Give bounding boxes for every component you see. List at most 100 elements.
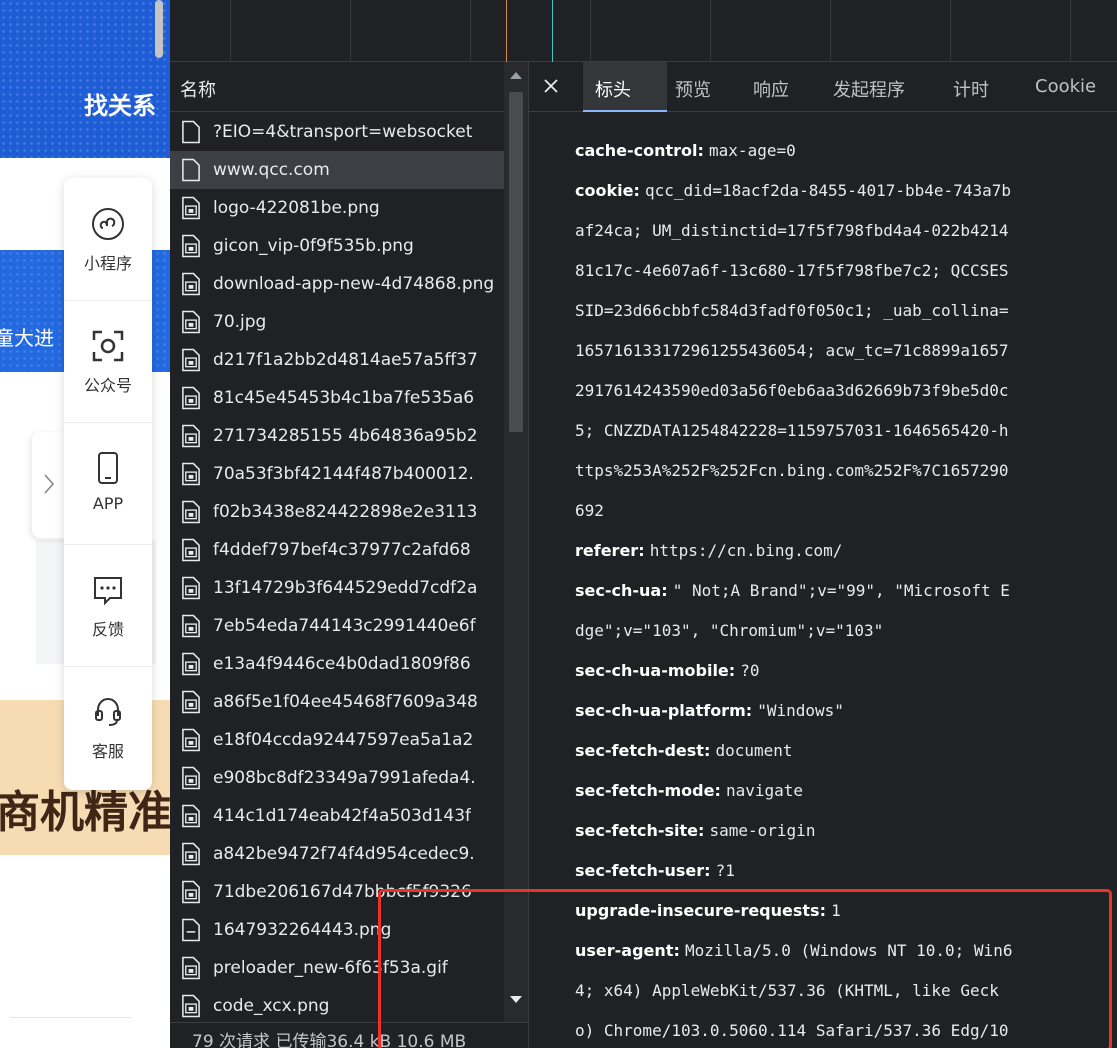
header-value: same-origin bbox=[709, 821, 816, 840]
tab-timing[interactable]: 计时 bbox=[941, 62, 1005, 112]
header-line: sec-fetch-dest: document bbox=[575, 731, 793, 771]
request-row[interactable]: 414c1d174eab42f4a503d143f bbox=[170, 797, 504, 835]
request-row[interactable]: e18f04ccda92447597ea5a1a2 bbox=[170, 721, 504, 759]
customer-service-icon bbox=[95, 697, 121, 726]
request-row[interactable]: download-app-new-4d74868.png bbox=[170, 265, 504, 303]
load-marker bbox=[552, 0, 553, 62]
request-row[interactable]: e908bc8df23349a7991afeda4. bbox=[170, 759, 504, 797]
float-item-label: APP bbox=[92, 494, 124, 513]
request-row[interactable]: 7eb54eda744143c2991440e6f bbox=[170, 607, 504, 645]
request-row[interactable]: a86f5e1f04ee45468f7609a348 bbox=[170, 683, 504, 721]
banner-text[interactable]: 找关系 bbox=[84, 86, 156, 121]
feedback-icon bbox=[94, 577, 122, 606]
header-key: sec-fetch-site: bbox=[575, 821, 705, 840]
request-name: 70.jpg bbox=[213, 312, 267, 332]
request-name: a86f5e1f04ee45468f7609a348 bbox=[213, 692, 478, 712]
header-line: cache-control: max-age=0 bbox=[575, 131, 796, 171]
official-account-icon bbox=[92, 330, 124, 362]
website-viewport: 找关系 童大进 商机精准 小程序 公众号 APP 反馈 客服 bbox=[0, 0, 170, 1048]
request-row[interactable]: logo-422081be.png bbox=[170, 189, 504, 227]
close-details-button[interactable] bbox=[543, 75, 565, 97]
request-row[interactable]: 70.jpg bbox=[170, 303, 504, 341]
request-row[interactable]: 13f14729b3f644529edd7cdf2a bbox=[170, 569, 504, 607]
timeline-gridline bbox=[830, 0, 831, 62]
request-name: f4ddef797bef4c37977c2afd68 bbox=[213, 540, 471, 560]
mobile-app-icon bbox=[98, 452, 118, 484]
header-value: 5; CNZZDATA1254842228=1159757031-1646565… bbox=[575, 421, 1009, 440]
tab-initiator[interactable]: 发起程序 bbox=[821, 62, 935, 112]
header-value: af24ca; UM_distinctid=17f5f798fbd4a4-022… bbox=[575, 221, 1009, 240]
mini-program-button[interactable]: 小程序 bbox=[64, 178, 152, 300]
header-key: sec-fetch-mode: bbox=[575, 781, 721, 800]
official-account-button[interactable]: 公众号 bbox=[64, 300, 152, 422]
header-value: SID=23d66cbbfc584d3fadf0f050c1; _uab_col… bbox=[575, 301, 1009, 320]
request-row[interactable]: 271734285155 4b64836a95b2 bbox=[170, 417, 504, 455]
customer-service-button[interactable]: 客服 bbox=[64, 666, 152, 788]
image-file-icon bbox=[182, 348, 200, 372]
header-key: sec-ch-ua-mobile: bbox=[575, 661, 736, 680]
tab-response[interactable]: 响应 bbox=[741, 62, 805, 112]
header-value: "Windows" bbox=[757, 701, 844, 720]
document-icon bbox=[182, 158, 200, 182]
header-line: 2917614243590ed03a56f0eb6aa3d62669b73f9b… bbox=[575, 371, 1008, 411]
mobile-app-button[interactable]: APP bbox=[64, 422, 152, 544]
header-line: referer: https://cn.bing.com/ bbox=[575, 531, 842, 571]
divider bbox=[10, 1017, 132, 1018]
tab-preview[interactable]: 预览 bbox=[663, 62, 727, 112]
network-timeline[interactable] bbox=[170, 0, 1117, 62]
header-value: navigate bbox=[725, 781, 803, 800]
request-row[interactable]: gicon_vip-0f9f535b.png bbox=[170, 227, 504, 265]
image-file-icon bbox=[182, 994, 200, 1018]
request-name: f02b3438e824422898e2e3113 bbox=[213, 502, 478, 522]
request-name: logo-422081be.png bbox=[213, 198, 380, 218]
header-line: 5; CNZZDATA1254842228=1159757031-1646565… bbox=[575, 411, 1008, 451]
request-row[interactable]: ?EIO=4&transport=websocket bbox=[170, 113, 504, 151]
name-column-header[interactable]: 名称 bbox=[170, 62, 528, 112]
image-file-icon bbox=[182, 386, 200, 410]
header-key: cache-control: bbox=[575, 141, 704, 160]
image-file-icon bbox=[182, 462, 200, 486]
tab-cookies[interactable]: Cookie bbox=[1023, 62, 1117, 112]
page-scrollbar[interactable] bbox=[155, 0, 163, 58]
request-name: code_xcx.png bbox=[213, 996, 330, 1016]
header-key: sec-fetch-user: bbox=[575, 861, 711, 880]
header-key: referer: bbox=[575, 541, 645, 560]
minus-file-icon bbox=[182, 918, 200, 942]
request-row[interactable]: d217f1a2bb2d4814ae57a5ff37 bbox=[170, 341, 504, 379]
feedback-button[interactable]: 反馈 bbox=[64, 544, 152, 666]
request-list-scrollbar[interactable] bbox=[504, 62, 528, 1022]
tab-label: 标头 bbox=[595, 80, 631, 101]
request-row[interactable]: f4ddef797bef4c37977c2afd68 bbox=[170, 531, 504, 569]
request-row[interactable]: f02b3438e824422898e2e3113 bbox=[170, 493, 504, 531]
timeline-gridline bbox=[710, 0, 711, 62]
image-file-icon bbox=[182, 310, 200, 334]
name-header-label: 名称 bbox=[180, 80, 216, 101]
float-item-label: 小程序 bbox=[83, 254, 132, 273]
scroll-up-arrow[interactable] bbox=[510, 72, 522, 79]
details-tab-bar: 标头 预览 响应 发起程序 计时 Cookie bbox=[529, 62, 1117, 112]
request-row[interactable]: a842be9472f74f4d954cedec9. bbox=[170, 835, 504, 873]
scrollbar-thumb[interactable] bbox=[509, 92, 523, 432]
request-row[interactable]: 70a53f3bf42144f487b400012. bbox=[170, 455, 504, 493]
expand-sidebar-button[interactable] bbox=[32, 432, 68, 538]
timeline-gridline bbox=[1070, 0, 1071, 62]
image-file-icon bbox=[182, 500, 200, 524]
chevron-right-icon bbox=[44, 474, 55, 494]
request-row[interactable]: www.qcc.com bbox=[170, 151, 504, 189]
timeline-gridline bbox=[590, 0, 591, 62]
request-name: 81c45e45453b4c1ba7fe535a6 bbox=[213, 388, 475, 408]
image-file-icon bbox=[182, 690, 200, 714]
request-row[interactable]: e13a4f9446ce4b0dad1809f86 bbox=[170, 645, 504, 683]
image-file-icon bbox=[182, 956, 200, 980]
header-key: sec-ch-ua: bbox=[575, 581, 668, 600]
request-row[interactable]: 81c45e45453b4c1ba7fe535a6 bbox=[170, 379, 504, 417]
request-name: 271734285155 4b64836a95b2 bbox=[213, 426, 478, 446]
header-value: document bbox=[715, 741, 793, 760]
image-file-icon bbox=[182, 196, 200, 220]
tab-headers[interactable]: 标头 bbox=[583, 62, 667, 112]
blue-band-text: 童大进 bbox=[0, 326, 54, 350]
image-file-icon bbox=[182, 272, 200, 296]
header-line: af24ca; UM_distinctid=17f5f798fbd4a4-022… bbox=[575, 211, 1008, 251]
tab-label: 预览 bbox=[675, 80, 711, 101]
request-name: e908bc8df23349a7991afeda4. bbox=[213, 768, 476, 788]
